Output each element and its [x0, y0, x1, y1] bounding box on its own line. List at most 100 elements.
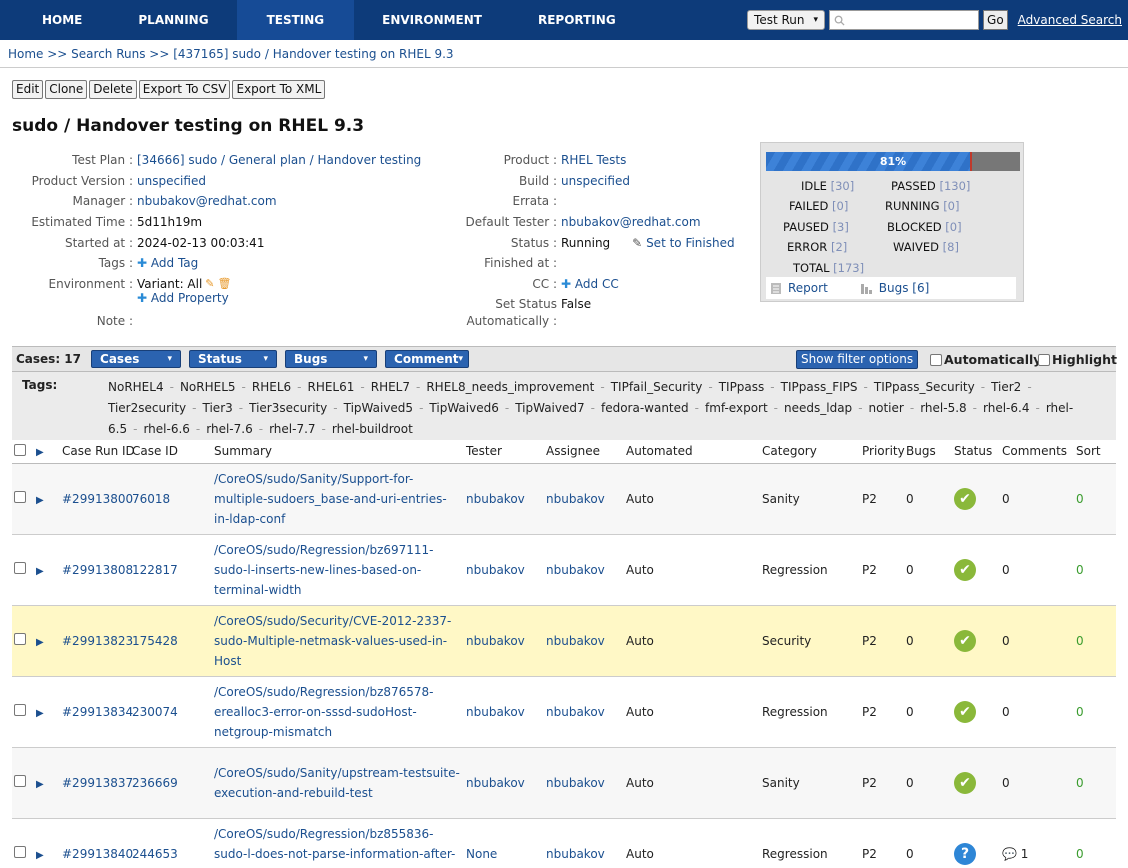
comments-count[interactable]: 1	[1021, 847, 1029, 861]
passed-status-icon[interactable]: ✔	[954, 558, 976, 581]
expand-row-icon[interactable]: ▶	[36, 779, 44, 790]
advanced-search-link[interactable]: Advanced Search	[1018, 13, 1122, 27]
stat-idle[interactable]: IDLE [30]	[801, 179, 854, 193]
edit-button[interactable]: Edit	[12, 80, 44, 99]
stat-total[interactable]: TOTAL [173]	[793, 261, 864, 275]
row-checkbox[interactable]	[14, 633, 26, 645]
assignee-link[interactable]: nbubakov	[544, 605, 624, 677]
tester-link[interactable]: nbubakov	[464, 747, 544, 819]
tag-item[interactable]: rhel-5.8	[920, 401, 966, 415]
tag-item[interactable]: TipWaived6	[429, 401, 498, 415]
tester-link[interactable]: nbubakov	[464, 605, 544, 677]
delete-button[interactable]: Delete	[89, 80, 137, 99]
case-run-id-link[interactable]: #29913823	[60, 605, 133, 677]
tag-item[interactable]: rhel-6.6	[143, 422, 189, 436]
table-row[interactable]: ▶ #29913800 76018/CoreOS/sudo/Sanity/Suppo…	[12, 463, 1116, 535]
col-case-run-id[interactable]: Case Run ID	[60, 440, 135, 464]
tag-item[interactable]: RHEL7	[371, 380, 410, 394]
comments-count[interactable]: 0	[1002, 492, 1010, 506]
case-run-id-link[interactable]: #29913808	[60, 534, 133, 606]
expand-row-icon[interactable]: ▶	[36, 566, 44, 577]
col-automated[interactable]: Automated	[624, 440, 760, 464]
stat-running[interactable]: RUNNING [0]	[885, 199, 959, 213]
checkbox[interactable]	[930, 353, 942, 366]
passed-status-icon[interactable]: ✔	[954, 629, 976, 652]
product-link[interactable]: RHEL Tests	[561, 153, 626, 167]
stat-blocked[interactable]: BLOCKED [0]	[887, 220, 962, 234]
report-tab[interactable]: Report	[770, 281, 828, 295]
table-row[interactable]: ▶ #29913840 244653/CoreOS/sudo/Regression/…	[12, 818, 1116, 868]
tag-item[interactable]: notier	[869, 401, 904, 415]
case-id-link[interactable]: 76018	[130, 463, 212, 535]
checkbox[interactable]	[1038, 353, 1050, 366]
expand-row-icon[interactable]: ▶	[36, 708, 44, 719]
col-case-id[interactable]: Case ID	[130, 440, 212, 464]
table-row[interactable]: ▶ #29913837 236669/CoreOS/sudo/Sanity/upst…	[12, 747, 1116, 819]
tag-item[interactable]: Tier3security	[249, 401, 327, 415]
status-dropdown[interactable]: Status ▾	[189, 350, 278, 368]
expand-row-icon[interactable]: ▶	[36, 637, 44, 648]
comments-count[interactable]: 0	[1002, 705, 1010, 719]
assignee-link[interactable]: nbubakov	[544, 818, 624, 868]
tag-item[interactable]: rhel-buildroot	[332, 422, 413, 436]
tag-item[interactable]: RHEL61	[307, 380, 354, 394]
case-run-id-link[interactable]: #29913800	[60, 463, 133, 535]
search-input[interactable]	[829, 10, 980, 30]
case-id-link[interactable]: 175428	[130, 605, 212, 677]
passed-status-icon[interactable]: ✔	[954, 771, 976, 794]
stat-error[interactable]: ERROR [2]	[787, 240, 847, 254]
tag-item[interactable]: TIPfail_Security	[611, 380, 703, 394]
tag-item[interactable]: Tier2security	[108, 401, 186, 415]
row-checkbox[interactable]	[14, 704, 26, 716]
comments-count[interactable]: 0	[1002, 776, 1010, 790]
col-category[interactable]: Category	[760, 440, 860, 464]
trash-icon[interactable]: 🗑	[218, 277, 232, 290]
summary-link[interactable]: /CoreOS/sudo/Regression/bz855836-sudo-l-…	[212, 818, 464, 868]
stat-passed[interactable]: PASSED [130]	[891, 179, 970, 193]
col-summary[interactable]: Summary	[212, 440, 464, 464]
tag-item[interactable]: RHEL6	[252, 380, 291, 394]
set-finished-link[interactable]: ✎ Set to Finished	[632, 236, 734, 250]
bugs-dropdown[interactable]: Bugs ▾	[285, 350, 378, 368]
assignee-link[interactable]: nbubakov	[544, 463, 624, 535]
cases-dropdown[interactable]: Cases ▾	[91, 350, 182, 368]
breadcrumb[interactable]: Home >> Search Runs >> [437165] sudo / H…	[0, 40, 1128, 68]
assignee-link[interactable]: nbubakov	[544, 747, 624, 819]
comment-dropdown[interactable]: Comment ▾	[385, 350, 470, 368]
edit-pencil-icon[interactable]: ✎	[205, 277, 214, 290]
expand-all-header[interactable]: ▶	[34, 440, 60, 464]
tag-item[interactable]: Tier2	[991, 380, 1021, 394]
search-type-select[interactable]: Test Run ▾	[747, 10, 826, 30]
col-tester[interactable]: Tester	[464, 440, 544, 464]
tag-item[interactable]: TipWaived5	[344, 401, 413, 415]
tag-item[interactable]: Tier3	[203, 401, 233, 415]
col-bugs[interactable]: Bugs	[904, 440, 952, 464]
assignee-link[interactable]: nbubakov	[544, 534, 624, 606]
nav-home[interactable]: HOME	[0, 0, 110, 40]
nav-reporting[interactable]: REPORTING	[510, 0, 644, 40]
show-filter-options-button[interactable]: Show filter options	[796, 350, 919, 369]
case-id-link[interactable]: 122817	[130, 534, 212, 606]
add-tag-link[interactable]: ✚ Add Tag	[137, 256, 198, 270]
highlight-checkbox[interactable]: Highlight	[1038, 352, 1117, 367]
nav-environment[interactable]: ENVIRONMENT	[354, 0, 510, 40]
expand-row-icon[interactable]: ▶	[36, 850, 44, 861]
col-comments[interactable]: Comments	[1000, 440, 1074, 464]
case-run-id-link[interactable]: #29913837	[60, 747, 133, 819]
tag-item[interactable]: NoRHEL4	[108, 380, 164, 394]
tag-item[interactable]: TIPpass	[719, 380, 765, 394]
passed-status-icon[interactable]: ✔	[954, 487, 976, 510]
automatically-checkbox[interactable]: Automatically	[930, 352, 1041, 367]
row-checkbox[interactable]	[14, 491, 26, 503]
assignee-link[interactable]: nbubakov	[544, 676, 624, 748]
expand-row-icon[interactable]: ▶	[36, 495, 44, 506]
stat-failed[interactable]: FAILED [0]	[789, 199, 848, 213]
tag-item[interactable]: needs_ldap	[784, 401, 852, 415]
summary-link[interactable]: /CoreOS/sudo/Sanity/Support-for-multiple…	[212, 463, 464, 535]
row-checkbox[interactable]	[14, 775, 26, 787]
tag-item[interactable]: NoRHEL5	[180, 380, 236, 394]
add-property-link[interactable]: ✚ Add Property	[137, 291, 229, 305]
summary-link[interactable]: /CoreOS/sudo/Security/CVE-2012-2337-sudo…	[212, 605, 464, 677]
product-version-value[interactable]: unspecified	[137, 174, 206, 188]
idle-status-icon[interactable]: ?	[954, 842, 976, 865]
